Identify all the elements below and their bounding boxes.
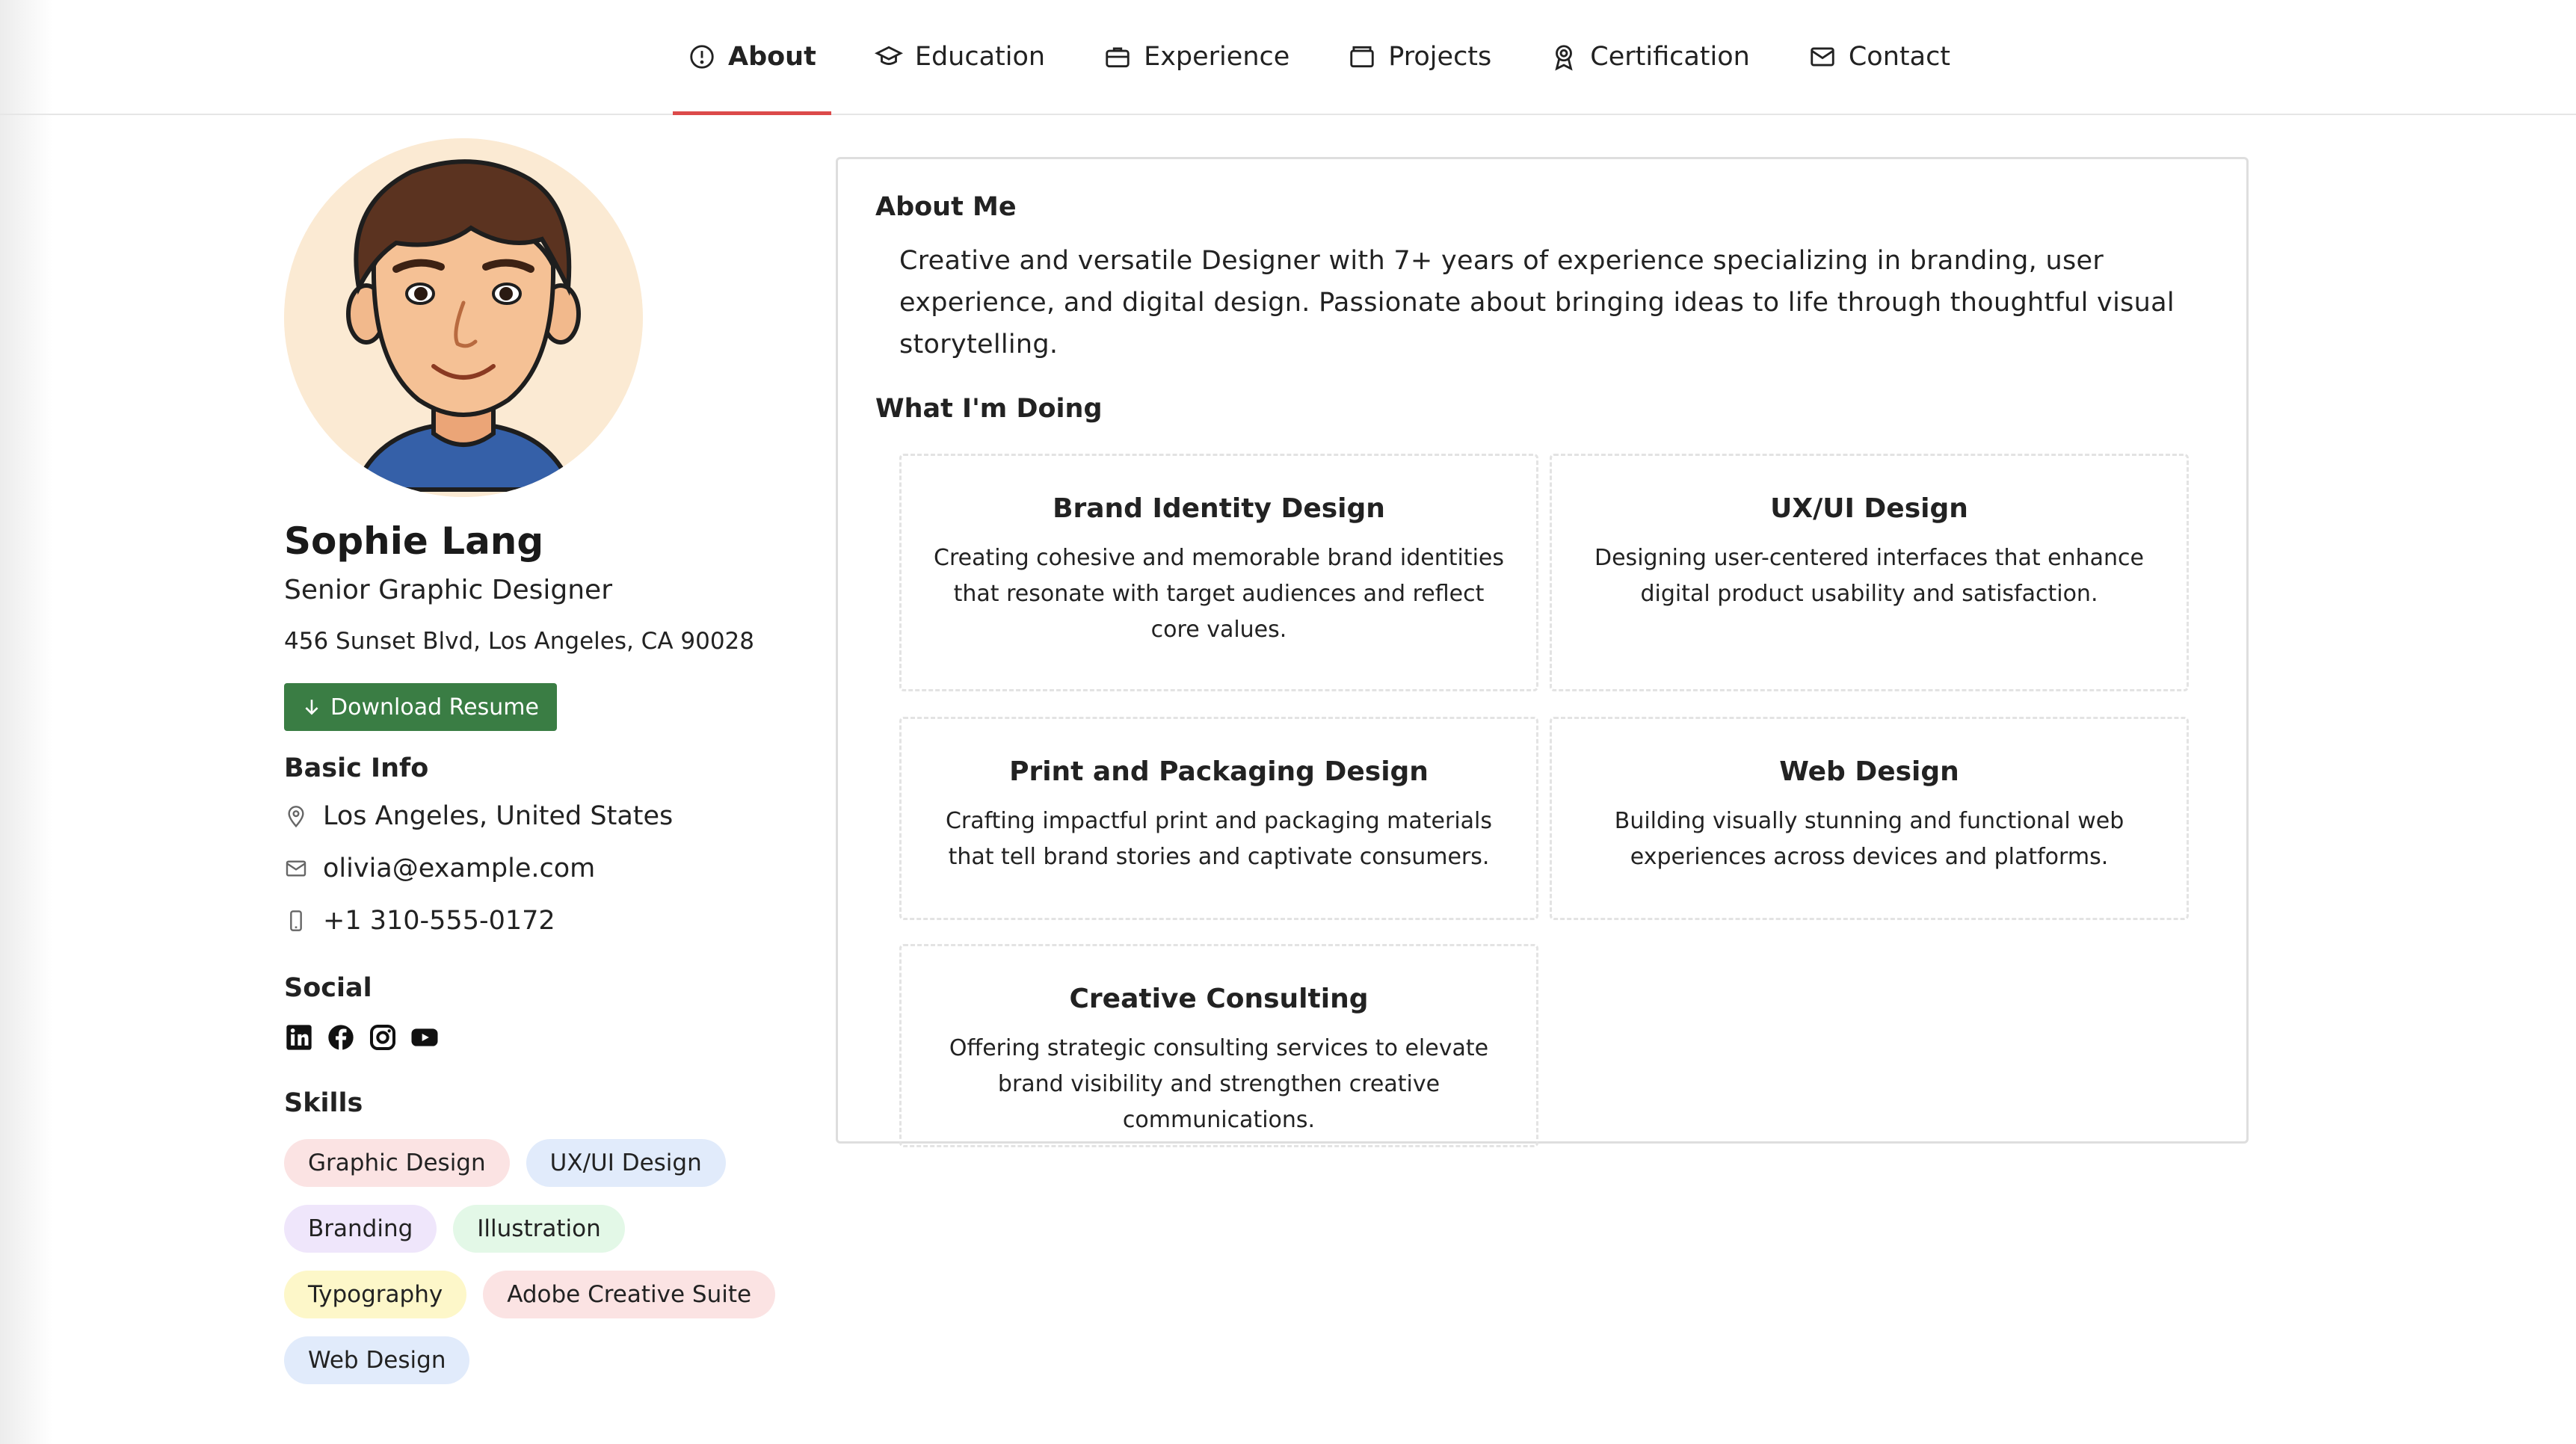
service-title: Print and Packaging Design <box>1009 756 1429 787</box>
info-phone: +1 310-555-0172 <box>284 906 792 936</box>
phone-icon <box>290 910 302 931</box>
skill-chip: Graphic Design <box>284 1139 510 1187</box>
facebook-icon[interactable] <box>326 1022 356 1052</box>
graduation-cap-icon <box>874 46 903 65</box>
download-resume-button[interactable]: Download Resume <box>284 683 557 731</box>
tab-label: Contact <box>1848 42 1951 72</box>
skills-list: Graphic Design UX/UI Design Branding Illus… <box>284 1139 792 1402</box>
briefcase-icon <box>1106 47 1130 68</box>
profile-sidebar: Sophie Lang Senior Graphic Designer 456 … <box>284 138 792 1402</box>
about-me-heading: About Me <box>875 192 1017 222</box>
social-links <box>284 1022 792 1052</box>
tab-experience[interactable]: Experience <box>1088 0 1304 114</box>
service-title: Creative Consulting <box>1069 984 1369 1014</box>
tab-label: Education <box>914 42 1046 72</box>
service-description: Offering strategic consulting services t… <box>949 1035 1489 1133</box>
nav-tabs: About Education Experience Projects Cert… <box>673 0 1994 115</box>
award-icon <box>1555 45 1573 71</box>
profile-name: Sophie Lang <box>284 519 544 563</box>
skill-chip: UX/UI Design <box>526 1139 726 1187</box>
service-card: UX/UI Design Designing user-centered int… <box>1550 454 2189 691</box>
skill-chip: Adobe Creative Suite <box>483 1271 776 1318</box>
service-title: Web Design <box>1779 756 1959 787</box>
youtube-icon[interactable] <box>410 1022 440 1052</box>
avatar <box>284 138 643 497</box>
skill-chip: Illustration <box>453 1205 625 1253</box>
skill-chip: Typography <box>284 1271 467 1318</box>
service-card: Web Design Building visually stunning an… <box>1550 717 2189 920</box>
profile-title: Senior Graphic Designer <box>284 575 612 605</box>
basic-info-heading: Basic Info <box>284 753 429 783</box>
service-description: Creating cohesive and memorable brand id… <box>934 545 1504 643</box>
tab-education[interactable]: Education <box>860 0 1060 114</box>
skill-chip: Web Design <box>284 1336 470 1384</box>
what-im-doing-heading: What I'm Doing <box>875 394 1103 424</box>
avatar-illustration <box>284 138 643 497</box>
tab-label: Certification <box>1590 42 1750 72</box>
profile-address: 456 Sunset Blvd, Los Angeles, CA 90028 <box>284 628 755 655</box>
tab-label: Projects <box>1388 42 1492 72</box>
arrow-down-icon <box>305 700 318 715</box>
mail-icon <box>286 860 306 877</box>
phone-text[interactable]: +1 310-555-0172 <box>323 906 555 936</box>
service-description: Designing user-centered interfaces that … <box>1594 545 2144 607</box>
service-card: Brand Identity Design Creating cohesive … <box>899 454 1538 691</box>
info-icon <box>690 45 714 69</box>
linkedin-icon[interactable] <box>284 1022 314 1052</box>
mail-icon <box>1811 47 1834 67</box>
skill-chip: Branding <box>284 1205 437 1253</box>
folder-icon <box>1350 46 1374 68</box>
page-edge-shadow <box>0 0 52 1444</box>
info-email: olivia@example.com <box>284 854 792 883</box>
skills-heading: Skills <box>284 1088 363 1118</box>
download-resume-label: Download Resume <box>330 694 539 721</box>
about-card: About Me Creative and versatile Designer… <box>836 157 2249 1147</box>
top-nav: About Education Experience Projects Cert… <box>0 0 2576 115</box>
email-text[interactable]: olivia@example.com <box>323 854 595 883</box>
about-me-text: Creative and versatile Designer with 7+ … <box>899 246 2175 360</box>
tab-certification[interactable]: Certification <box>1535 0 1765 114</box>
tab-label: Experience <box>1144 42 1290 72</box>
instagram-icon[interactable] <box>368 1022 398 1052</box>
service-card: Creative Consulting Offering strategic c… <box>899 944 1538 1147</box>
basic-info-list: Los Angeles, United States olivia@exampl… <box>284 801 792 936</box>
tab-contact[interactable]: Contact <box>1793 0 1965 114</box>
info-location: Los Angeles, United States <box>284 801 792 831</box>
service-description: Building visually stunning and functiona… <box>1614 808 2124 870</box>
service-title: Brand Identity Design <box>1053 493 1385 524</box>
map-pin-icon <box>288 806 304 828</box>
tab-label: About <box>728 42 816 72</box>
tab-about[interactable]: About <box>673 0 831 115</box>
service-title: UX/UI Design <box>1770 493 1968 524</box>
service-description: Crafting impactful print and packaging m… <box>945 808 1493 870</box>
service-card: Print and Packaging Design Crafting impa… <box>899 717 1538 920</box>
social-heading: Social <box>284 973 372 1003</box>
location-text: Los Angeles, United States <box>323 801 674 831</box>
tab-projects[interactable]: Projects <box>1333 0 1506 114</box>
